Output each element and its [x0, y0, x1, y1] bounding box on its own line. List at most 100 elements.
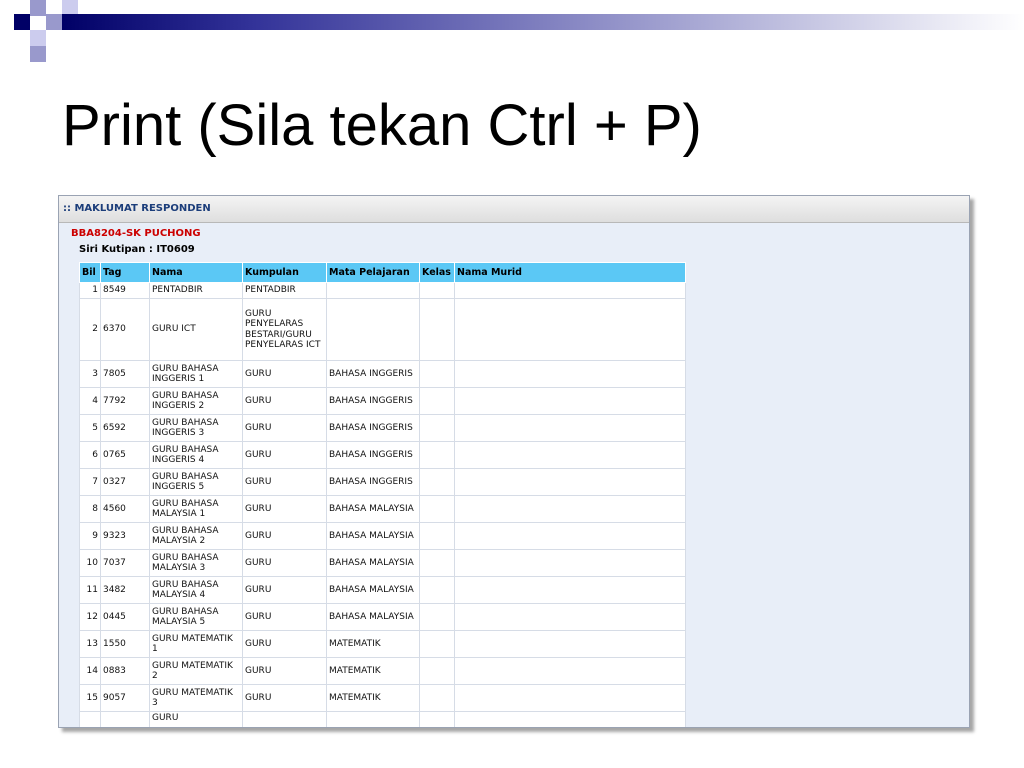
cell-mata-pelajaran: BAHASA INGGERIS: [326, 414, 420, 442]
table-body: 1 8549 PENTADBIR PENTADBIR 2 6370 GURU ICT GURU…: [79, 282, 686, 727]
cell-kelas: [419, 495, 455, 523]
cell-bil: 4: [79, 387, 101, 415]
cell-nama: GURU BAHASA MALAYSIA 4: [149, 576, 243, 604]
cell-nama: GURU MATEMATIK 3: [149, 684, 243, 712]
cell-kelas: [419, 630, 455, 658]
cell-tag: 4560: [100, 495, 150, 523]
cell-bil: 11: [79, 576, 101, 604]
cell-nama-murid: [454, 549, 686, 577]
cell-nama-murid: [454, 441, 686, 469]
column-header-nama[interactable]: Nama: [149, 262, 243, 283]
decor-square: [46, 14, 62, 30]
cell-kelas: [419, 549, 455, 577]
cell-nama: GURU BAHASA INGGERIS 1: [149, 360, 243, 388]
cell-nama-murid: [454, 282, 686, 299]
decor-square: [30, 30, 46, 46]
cell-nama: GURU: [149, 711, 243, 727]
cell-kelas: [419, 657, 455, 685]
table-row: 7 0327 GURU BAHASA INGGERIS 5 GURU BAHASA IN…: [79, 468, 686, 496]
cell-tag: 8549: [100, 282, 150, 299]
cell-mata-pelajaran: [326, 298, 420, 361]
cell-mata-pelajaran: BAHASA INGGERIS: [326, 360, 420, 388]
cell-tag: 7792: [100, 387, 150, 415]
cell-nama-murid: [454, 298, 686, 361]
cell-nama: GURU BAHASA INGGERIS 5: [149, 468, 243, 496]
table-row: 3 7805 GURU BAHASA INGGERIS 1 GURU BAHASA IN…: [79, 360, 686, 388]
cell-tag: 1550: [100, 630, 150, 658]
cell-mata-pelajaran: MATEMATIK: [326, 657, 420, 685]
cell-kumpulan: GURU PENYELARAS BESTARI/GURU PENYELARAS …: [242, 298, 327, 361]
cell-nama: GURU BAHASA INGGERIS 2: [149, 387, 243, 415]
cell-nama-murid: [454, 576, 686, 604]
cell-nama-murid: [454, 630, 686, 658]
cell-kumpulan: GURU: [242, 576, 327, 604]
cell-nama: GURU BAHASA MALAYSIA 5: [149, 603, 243, 631]
cell-mata-pelajaran: BAHASA INGGERIS: [326, 441, 420, 469]
table-row: 1 8549 PENTADBIR PENTADBIR: [79, 282, 686, 299]
cell-kelas: [419, 711, 455, 727]
cell-kumpulan: GURU: [242, 522, 327, 550]
table-row: 10 7037 GURU BAHASA MALAYSIA 3 GURU BAHASA M…: [79, 549, 686, 577]
table-container: Bil Tag Nama Kumpulan Mata Pelajaran Kel…: [79, 262, 686, 727]
cell-mata-pelajaran: BAHASA MALAYSIA: [326, 576, 420, 604]
table-row: 8 4560 GURU BAHASA MALAYSIA 1 GURU BAHASA MA…: [79, 495, 686, 523]
cell-kelas: [419, 414, 455, 442]
cell-nama: GURU ICT: [149, 298, 243, 361]
cell-bil: 13: [79, 630, 101, 658]
cell-kumpulan: GURU: [242, 549, 327, 577]
cell-nama: GURU MATEMATIK 2: [149, 657, 243, 685]
table-row: 6 0765 GURU BAHASA INGGERIS 4 GURU BAHASA IN…: [79, 441, 686, 469]
cell-bil: 9: [79, 522, 101, 550]
panel-header: :: MAKLUMAT RESPONDEN: [59, 196, 969, 223]
column-header-nama-murid[interactable]: Nama Murid: [454, 262, 686, 283]
cell-mata-pelajaran: MATEMATIK: [326, 684, 420, 712]
cell-tag: 9057: [100, 684, 150, 712]
siri-kutipan-label: Siri Kutipan : IT0609: [79, 244, 195, 255]
cell-nama: GURU BAHASA INGGERIS 4: [149, 441, 243, 469]
table-row: GURU: [79, 711, 686, 727]
cell-nama: GURU BAHASA MALAYSIA 3: [149, 549, 243, 577]
header-gradient-bar: [62, 14, 1024, 30]
cell-bil: 14: [79, 657, 101, 685]
column-header-kelas[interactable]: Kelas: [419, 262, 455, 283]
cell-nama-murid: [454, 522, 686, 550]
cell-kumpulan: GURU: [242, 630, 327, 658]
cell-bil: 3: [79, 360, 101, 388]
cell-bil: [79, 711, 101, 727]
cell-mata-pelajaran: BAHASA INGGERIS: [326, 387, 420, 415]
decor-square: [30, 0, 46, 16]
cell-kelas: [419, 387, 455, 415]
cell-kumpulan: GURU: [242, 684, 327, 712]
cell-kelas: [419, 441, 455, 469]
column-header-kumpulan[interactable]: Kumpulan: [242, 262, 327, 283]
cell-kumpulan: GURU: [242, 603, 327, 631]
table-row: 15 9057 GURU MATEMATIK 3 GURU MATEMATIK: [79, 684, 686, 712]
responden-table: Bil Tag Nama Kumpulan Mata Pelajaran Kel…: [79, 262, 686, 727]
cell-mata-pelajaran: MATEMATIK: [326, 630, 420, 658]
table-header-row: Bil Tag Nama Kumpulan Mata Pelajaran Kel…: [79, 262, 686, 283]
table-row: 2 6370 GURU ICT GURU PENYELARAS BESTARI/GUR…: [79, 298, 686, 361]
cell-nama: GURU BAHASA MALAYSIA 1: [149, 495, 243, 523]
table-row: 11 3482 GURU BAHASA MALAYSIA 4 GURU BAHASA M…: [79, 576, 686, 604]
column-header-tag[interactable]: Tag: [100, 262, 150, 283]
cell-nama-murid: [454, 684, 686, 712]
table-row: 4 7792 GURU BAHASA INGGERIS 2 GURU BAHASA IN…: [79, 387, 686, 415]
cell-nama-murid: [454, 360, 686, 388]
cell-tag: 6592: [100, 414, 150, 442]
cell-bil: 8: [79, 495, 101, 523]
decor-square: [30, 46, 46, 62]
cell-tag: 0445: [100, 603, 150, 631]
column-header-mata-pelajaran[interactable]: Mata Pelajaran: [326, 262, 420, 283]
cell-kumpulan: PENTADBIR: [242, 282, 327, 299]
column-header-bil[interactable]: Bil: [79, 262, 101, 283]
cell-kelas: [419, 576, 455, 604]
cell-kumpulan: GURU: [242, 387, 327, 415]
cell-mata-pelajaran: BAHASA MALAYSIA: [326, 549, 420, 577]
cell-bil: 10: [79, 549, 101, 577]
cell-bil: 2: [79, 298, 101, 361]
table-row: 12 0445 GURU BAHASA MALAYSIA 5 GURU BAHASA M…: [79, 603, 686, 631]
cell-tag: 7805: [100, 360, 150, 388]
organization-label: BBA8204-SK PUCHONG: [71, 228, 201, 239]
cell-kelas: [419, 522, 455, 550]
cell-kelas: [419, 282, 455, 299]
